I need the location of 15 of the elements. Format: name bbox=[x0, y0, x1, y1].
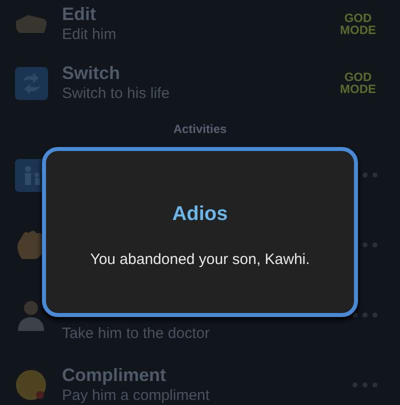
row-subtitle: Take him to the doctor bbox=[62, 324, 211, 344]
arrows-icon bbox=[14, 66, 48, 100]
dialog-title: Adios bbox=[172, 202, 228, 227]
row-title: Compliment bbox=[62, 364, 168, 386]
god-mode-label: GOD MODE bbox=[339, 71, 377, 95]
row-subtitle: Edit him bbox=[62, 25, 118, 45]
god-mode-label: GOD MODE bbox=[339, 12, 377, 36]
kissing-face-icon bbox=[15, 369, 47, 401]
row-subtitle: Switch to his life bbox=[62, 84, 171, 104]
dialog-message: You abandoned your son, Kawhi. bbox=[90, 250, 310, 270]
section-header: Activities bbox=[173, 121, 227, 138]
doctor-icon bbox=[16, 299, 46, 331]
row-subtitle: Pay him a compliment bbox=[62, 386, 211, 405]
row-title: Edit bbox=[62, 3, 97, 25]
row-title: Switch bbox=[62, 62, 122, 84]
